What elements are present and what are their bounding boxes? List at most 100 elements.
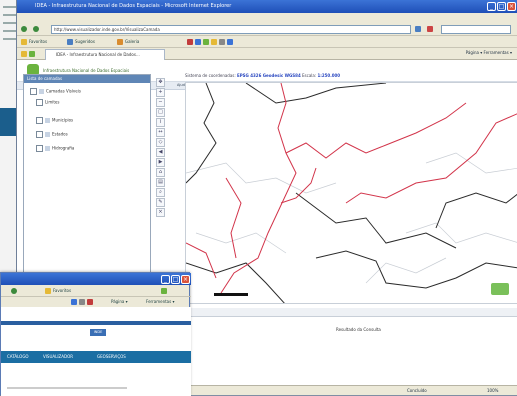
layer-item[interactable]: Camadas Visíveis (30, 88, 81, 95)
status-text: Concluído (407, 388, 427, 393)
address-input[interactable]: http://www.visualizador.inde.gov.br/Visu… (51, 25, 411, 34)
refresh-icon[interactable] (415, 25, 423, 33)
favorites-link[interactable]: Favoritos (21, 38, 47, 46)
minor-boundary (365, 257, 447, 284)
forward-icon[interactable] (33, 25, 41, 33)
stop-icon[interactable] (427, 25, 435, 33)
links-bar: Favoritos Sugeridos Galeria (17, 36, 517, 48)
info-icon[interactable]: i (156, 118, 165, 127)
search-input[interactable] (441, 25, 511, 34)
layer-checkbox[interactable] (36, 117, 43, 124)
layer-checkbox[interactable] (30, 88, 37, 95)
map-logo (491, 283, 509, 295)
popup-maximize-button[interactable]: □ (171, 275, 180, 284)
map-canvas[interactable] (185, 82, 517, 304)
layer-item[interactable]: Municípios (36, 117, 73, 124)
layer-item[interactable]: Hidrografia (36, 145, 74, 152)
full-extent-icon[interactable]: ⌂ (156, 168, 165, 177)
popup-favorites-button[interactable]: Favoritos (45, 287, 71, 295)
state-boundary (186, 262, 285, 303)
popup-back-icon[interactable] (11, 287, 19, 295)
popup-home-icon[interactable] (161, 287, 169, 295)
toolbar-icons[interactable] (187, 38, 235, 46)
area-icon[interactable]: ◇ (156, 138, 165, 147)
state-boundary (435, 192, 517, 229)
maximize-button[interactable]: □ (497, 2, 506, 11)
layer-checkbox[interactable] (36, 145, 43, 152)
clear-icon[interactable]: × (156, 208, 165, 217)
region-boundary (345, 113, 517, 204)
results-title: Resultado da Consulta (336, 327, 381, 332)
layer-checkbox[interactable] (36, 131, 43, 138)
star-icon (21, 39, 27, 45)
popup-nav-catalog[interactable]: CATÁLOGO (7, 354, 29, 359)
popup-nav-viewer[interactable]: VISUALIZADOR (43, 354, 73, 359)
next-view-icon[interactable]: ▶ (156, 158, 165, 167)
back-icon[interactable] (21, 25, 29, 33)
region-boundary (225, 177, 242, 259)
results-toolbar (185, 308, 517, 316)
map-info-bar: Sistema de coordenadas: EPSG 4326 Geodes… (185, 73, 341, 78)
map-toolbar: ✥ + − □ i ↔ ◇ ◀ ▶ ⌂ ▤ ⌕ ✎ × (155, 74, 167, 224)
popup-nav: CATÁLOGO VISUALIZADOR GEOSERVIÇOS (1, 351, 191, 363)
popup-page-menu[interactable]: Página ▾ (111, 298, 128, 306)
popup-browser-window: _ □ × Favoritos Página ▾ Ferramentas ▾ I… (0, 272, 191, 396)
layer-icon (45, 118, 50, 123)
state-boundary (186, 83, 217, 184)
measure-icon[interactable]: ↔ (156, 128, 165, 137)
region-boundary (280, 167, 317, 204)
app-title: Infraestrutura Nacional de Dados Espacia… (43, 68, 130, 73)
menu-bar (17, 13, 517, 23)
popup-tools-icons[interactable] (71, 298, 95, 306)
gallery-link[interactable]: Galeria (117, 38, 139, 46)
popup-tools-menu[interactable]: Ferramentas ▾ (146, 298, 175, 306)
inde-badge: INDE (90, 329, 106, 336)
layer-icon (45, 146, 50, 151)
search-icon[interactable]: ⌕ (156, 188, 165, 197)
zoom-out-icon[interactable]: − (156, 98, 165, 107)
zoom-in-icon[interactable]: + (156, 88, 165, 97)
minor-boundary (186, 162, 337, 194)
layer-item[interactable]: Limites (36, 99, 59, 106)
popup-minimize-button[interactable]: _ (161, 275, 170, 284)
layers-panel: Lista de camadas Camadas Visíveis Limite… (23, 74, 151, 277)
address-bar: http://www.visualizador.inde.gov.br/Visu… (17, 23, 517, 36)
title-bar: IDEA - Infraestrutura Nacional de Dados … (17, 0, 517, 13)
state-boundary (315, 250, 517, 289)
close-button[interactable]: × (507, 2, 516, 11)
print-icon[interactable]: ▤ (156, 178, 165, 187)
popup-footer-line (7, 387, 127, 389)
scale-value: 1:250.000 (317, 73, 341, 78)
state-boundary (295, 192, 457, 249)
window-title: IDEA - Infraestrutura Nacional de Dados … (35, 3, 232, 9)
draw-icon[interactable]: ✎ (156, 198, 165, 207)
region-boundary (285, 102, 467, 159)
pan-icon[interactable]: ✥ (156, 78, 165, 87)
globe-icon (67, 39, 73, 45)
folder-icon (39, 89, 44, 94)
suggested-link[interactable]: Sugeridos (67, 38, 95, 46)
favorites-star-icon[interactable] (21, 50, 37, 58)
page-tools-menu[interactable]: Página ▾ Ferramentas ▾ (466, 50, 512, 55)
layers-panel-header: Lista de camadas (24, 75, 150, 83)
tab-bar: IDEA - Infraestrutura Nacional de Dados.… (17, 48, 517, 60)
layer-item[interactable]: Estados (36, 131, 68, 138)
previous-view-icon[interactable]: ◀ (156, 148, 165, 157)
layer-checkbox[interactable] (36, 99, 43, 106)
scale-bar (214, 293, 248, 296)
tab-inde[interactable]: IDEA - Infraestrutura Nacional de Dados.… (45, 49, 165, 60)
minor-boundary (405, 222, 517, 244)
zoom-level[interactable]: 100% (487, 388, 498, 393)
minor-boundary (425, 152, 517, 174)
state-boundary (245, 83, 387, 104)
minimize-button[interactable]: _ (487, 2, 496, 11)
popup-nav-geoservices[interactable]: GEOSERVIÇOS (97, 354, 126, 359)
coordinate-system-value: EPSG 4326 Geodesic WGS84 (237, 73, 301, 78)
results-panel: Resultado da Consulta (185, 316, 517, 386)
popup-banner (1, 321, 191, 325)
gallery-icon (117, 39, 123, 45)
popup-page: INDE CATÁLOGO VISUALIZADOR GEOSERVIÇOS (1, 307, 191, 396)
zoom-box-icon[interactable]: □ (156, 108, 165, 117)
popup-close-button[interactable]: × (181, 275, 190, 284)
popup-title-bar: _ □ × (1, 273, 191, 285)
